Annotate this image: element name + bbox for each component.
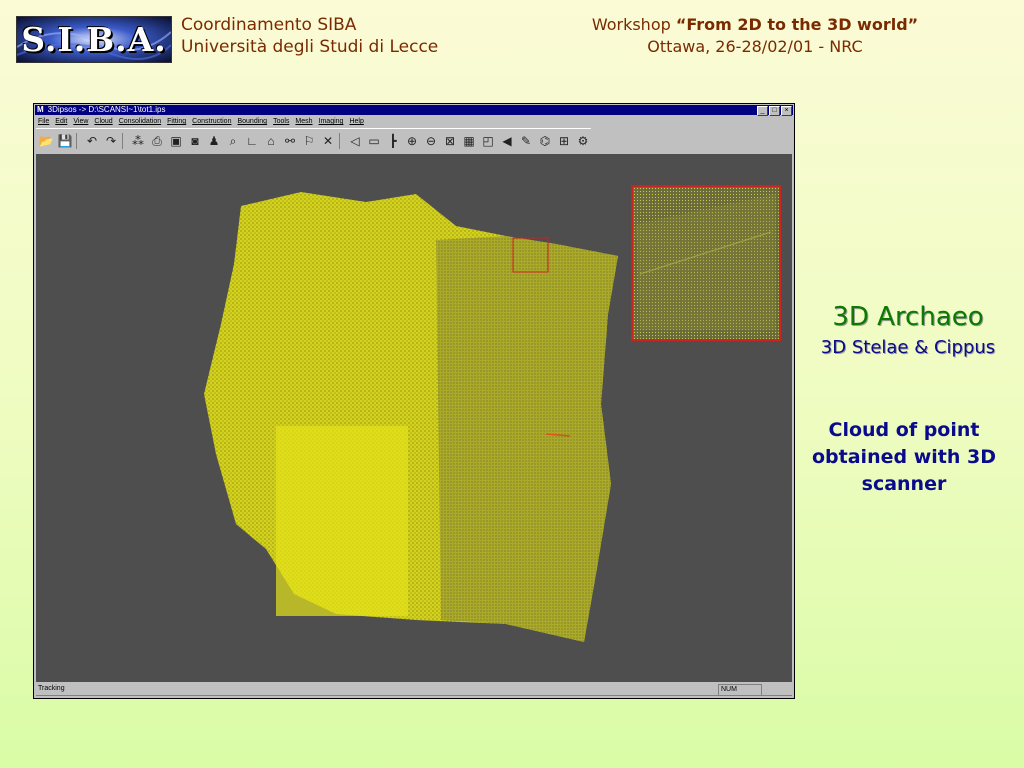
organization-block: Coordinamento SIBA Università degli Stud… [181,14,438,58]
window-titlebar[interactable]: M 3Dipsos -> D:\SCANSI~1\tot1.ips _ □ × [35,105,793,116]
select-icon[interactable]: ⚐ [301,133,317,149]
settings-icon[interactable]: ⚙ [575,133,591,149]
rotate-icon[interactable]: ◁ [347,133,363,149]
menu-help[interactable]: Help [349,116,363,127]
workshop-block: Workshop “From 2D to the 3D world” Ottaw… [560,14,950,58]
menu-edit[interactable]: Edit [55,116,67,127]
section-title: 3D Archaeo [832,302,984,332]
zoom-icon[interactable]: ⌕ [225,133,241,149]
toolbar: 📂 💾 ↶ ↷ ⁂ ⎙ ▣ ◙ ♟ ⌕ ∟ ⌂ ⚯ ⚐ ✕ ◁ ▭ ┣ ⊕ ⊖ … [36,128,591,153]
window-title: 3Dipsos -> D:\SCANSI~1\tot1.ips [47,105,166,114]
status-panels [36,695,792,700]
redo-icon[interactable]: ↷ [103,133,119,149]
toolbar-separator [76,133,81,149]
menu-tools[interactable]: Tools [273,116,289,127]
toolbar-separator [122,133,127,149]
menu-view[interactable]: View [73,116,88,127]
menu-file[interactable]: File [38,116,49,127]
surface-icon[interactable]: ▦ [461,133,477,149]
workshop-title: “From 2D to the 3D world” [675,15,919,34]
org-line-1: Coordinamento SIBA [181,15,357,35]
workshop-details: Ottawa, 26-28/02/01 - NRC [647,37,863,56]
menu-bar: File Edit View Cloud Consolidation Fitti… [36,116,364,127]
window-controls: _ □ × [757,106,792,116]
cloud-icon[interactable]: ⁂ [130,133,146,149]
link-icon[interactable]: ⚯ [282,133,298,149]
menu-consolidation[interactable]: Consolidation [119,116,161,127]
light-icon[interactable]: ◀ [499,133,515,149]
pan-icon[interactable]: ┣ [385,133,401,149]
pointer-icon[interactable]: ♟ [206,133,222,149]
lock-icon[interactable]: ⌂ [263,133,279,149]
menu-cloud[interactable]: Cloud [94,116,112,127]
mesh-icon[interactable]: ⊠ [442,133,458,149]
menu-fitting[interactable]: Fitting [167,116,186,127]
minimize-button[interactable]: _ [757,106,768,116]
scan-icon[interactable]: ⌬ [537,133,553,149]
point-cloud-render [204,185,781,642]
3d-viewport[interactable] [36,154,792,682]
zoom-in-icon[interactable]: ⊕ [404,133,420,149]
grid-icon[interactable]: ⊞ [556,133,572,149]
fit-icon[interactable]: ▭ [366,133,382,149]
measure-icon[interactable]: ✎ [518,133,534,149]
siba-logo: S.I.B.A. [16,16,172,63]
open-icon[interactable]: 📂 [38,133,54,149]
menu-bounding[interactable]: Bounding [237,116,267,127]
point-cloud-side [436,236,618,642]
workshop-prefix: Workshop [591,15,676,34]
zoom-out-icon[interactable]: ⊖ [423,133,439,149]
image-caption: Cloud of point obtained with 3D scanner [812,419,996,495]
axes-icon[interactable]: ∟ [244,133,260,149]
print-icon[interactable]: ⎙ [149,133,165,149]
menu-mesh[interactable]: Mesh [295,116,312,127]
camera-icon[interactable]: ◙ [187,133,203,149]
menu-construction[interactable]: Construction [192,116,231,127]
status-text: Tracking [38,685,65,692]
section-subtitle: 3D Stelae & Cippus [820,337,996,358]
point-cloud-face [276,426,408,616]
maximize-button[interactable]: □ [769,106,780,116]
menu-imaging[interactable]: Imaging [319,116,344,127]
toolbar-separator [339,133,344,149]
app-icon: M [37,105,44,114]
undo-icon[interactable]: ↶ [84,133,100,149]
close-button[interactable]: × [781,106,792,116]
status-bar: Tracking NUM [36,683,792,696]
save-icon[interactable]: 💾 [57,133,73,149]
logo-text: S.I.B.A. [21,20,167,59]
view-icon[interactable]: ▣ [168,133,184,149]
app-window: M 3Dipsos -> D:\SCANSI~1\tot1.ips _ □ × F… [33,103,795,699]
org-line-2: Università degli Studi di Lecce [181,37,439,57]
render-icon[interactable]: ◰ [480,133,496,149]
delete-icon[interactable]: ✕ [320,133,336,149]
